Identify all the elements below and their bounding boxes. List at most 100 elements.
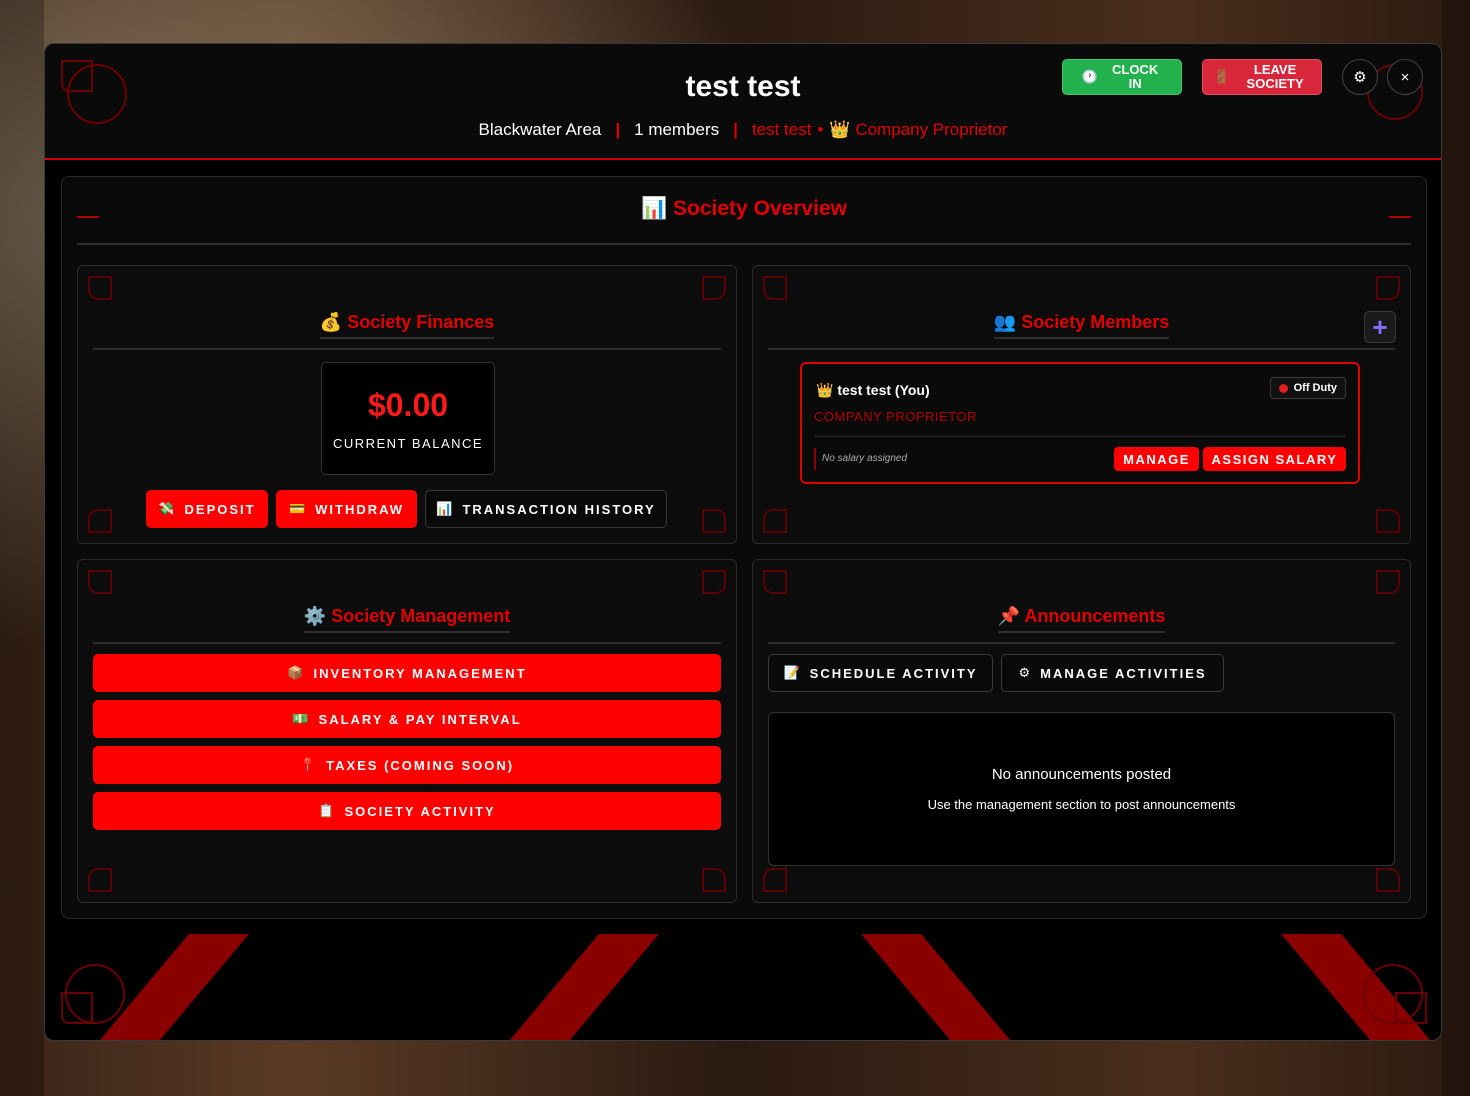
decor-corner [88,276,112,300]
clock-in-label: CLOCK IN [1111,62,1159,91]
pin-icon: 📍 [299,757,319,772]
plus-icon: + [1372,311,1388,342]
separator: | [615,120,621,139]
divider [768,348,1395,350]
divider [768,642,1395,644]
decor-corner [88,570,112,594]
manage-activities-button[interactable]: ⚙ MANAGE ACTIVITIES [1001,654,1224,692]
decor-corner [763,570,787,594]
society-activity-button[interactable]: 📋 SOCIETY ACTIVITY [93,792,721,830]
society-info: Blackwater Area | 1 members | test test • 👑 Co… [45,120,1441,140]
leave-society-button[interactable]: 🚪 LEAVE SOCIETY [1202,59,1322,95]
settings-button[interactable]: ⚙ [1342,59,1378,95]
decor-corner [1376,570,1400,594]
decor-stripe [431,934,659,1040]
decor-corner [1376,276,1400,300]
management-title: ⚙️ Society Management [78,606,736,633]
separator: | [733,120,738,139]
clock-in-button[interactable]: 🕐 CLOCK IN [1062,59,1182,95]
balance-label: CURRENT BALANCE [332,436,484,451]
assign-salary-button[interactable]: ASSIGN SALARY [1203,447,1346,471]
deposit-button[interactable]: 💸 DEPOSIT [146,490,268,528]
manage-member-button[interactable]: MANAGE [1114,447,1199,471]
memo-icon: 📝 [783,665,802,680]
decor-corner [88,509,112,533]
user-role: Company Proprietor [855,120,1008,139]
decor-corner [702,276,726,300]
manage-activities-label: MANAGE ACTIVITIES [1040,665,1207,681]
inventory-label: INVENTORY MANAGEMENT [313,665,527,681]
management-panel: ⚙️ Society Management 📦 INVENTORY MANAGEM… [77,559,737,903]
duty-status-text: Off Duty [1293,382,1337,394]
close-button[interactable]: × [1387,59,1423,95]
pushpin-icon: 📌 [997,606,1021,626]
decor-stripe [861,934,1089,1040]
taxes-label: TAXES (COMING SOON) [326,757,515,773]
divider [814,436,1346,437]
decor-corner [61,992,93,1024]
decor-corner [702,570,726,594]
decor-corner [763,276,787,300]
taxes-button[interactable]: 📍 TAXES (COMING SOON) [93,746,721,784]
empty-subtitle: Use the management section to post annou… [927,797,1236,812]
announcements-title-text: Announcements [1024,606,1166,626]
gear-icon: ⚙ [1353,69,1367,86]
members-panel: 👥 Society Members + 👑 test test (You) CO… [752,265,1411,544]
divider [77,243,1411,245]
divider [93,642,721,644]
overview-title: 📊 Society Overview [62,197,1426,221]
finances-title-text: Society Finances [347,312,495,332]
announcements-title: 📌 Announcements [753,606,1410,633]
close-icon: × [1400,68,1410,86]
withdraw-button[interactable]: 💳 WITHDRAW [276,490,417,528]
decor-corner [1376,509,1400,533]
card-icon: 💳 [288,501,308,516]
balance-value: $0.00 [367,387,449,423]
duty-status-badge: Off Duty [1269,377,1346,399]
member-role: COMPANY PROPRIETOR [814,409,977,424]
crown-icon: 👑 [816,382,834,398]
decor-corner [763,509,787,533]
salary-label: SALARY & PAY INTERVAL [318,711,522,727]
money-wings-icon: 💸 [158,501,177,516]
salary-interval-button[interactable]: 💵 SALARY & PAY INTERVAL [93,700,721,738]
decor-corner [763,868,787,892]
inventory-management-button[interactable]: 📦 INVENTORY MANAGEMENT [93,654,721,692]
chart-icon: 📊 [436,501,455,516]
dot-separator: • [817,120,824,139]
add-member-button[interactable]: + [1364,311,1396,343]
members-title: 👥 Society Members [753,312,1410,339]
finances-panel: 💰 Society Finances $0.00 CURRENT BALANCE… [77,265,737,544]
schedule-activity-button[interactable]: 📝 SCHEDULE ACTIVITY [768,654,993,692]
members-count: 1 members [634,120,720,139]
management-title-text: Society Management [331,606,511,626]
package-icon: 📦 [287,665,306,680]
area-label: Blackwater Area [478,120,602,139]
announcements-empty-state: No announcements posted Use the manageme… [768,712,1395,866]
decor-corner [1395,992,1427,1024]
member-card: 👑 test test (You) COMPANY PROPRIETOR Off… [800,362,1360,484]
announcements-panel: 📌 Announcements 📝 SCHEDULE ACTIVITY ⚙ MANA… [752,559,1411,903]
money-bag-icon: 💰 [319,312,343,332]
overview-title-text: Society Overview [673,197,847,220]
decor-corner [88,868,112,892]
member-name-text: test test (You) [837,382,930,398]
member-name: 👑 test test (You) [816,382,930,399]
society-overview: 📊 Society Overview 💰 Society Finances $0… [61,176,1427,919]
withdraw-label: WITHDRAW [315,501,405,517]
divider [93,348,721,350]
user-name: test test [751,120,812,139]
status-dot-icon [1278,383,1288,393]
balance-box: $0.00 CURRENT BALANCE [321,362,495,475]
transaction-history-button[interactable]: 📊 TRANSACTION HISTORY [425,490,667,528]
gear-icon: ⚙ [1018,665,1033,680]
people-icon: 👥 [993,312,1017,332]
clipboard-icon: 📋 [318,803,337,818]
chart-icon: 📊 [641,197,668,220]
member-salary: No salary assigned [814,448,907,470]
clock-icon: 🕐 [1081,69,1099,84]
history-label: TRANSACTION HISTORY [462,501,656,517]
header: test test Blackwater Area | 1 members | test… [45,44,1441,160]
crown-icon: 👑 [829,120,851,139]
society-window: test test Blackwater Area | 1 members | test… [44,43,1442,1041]
